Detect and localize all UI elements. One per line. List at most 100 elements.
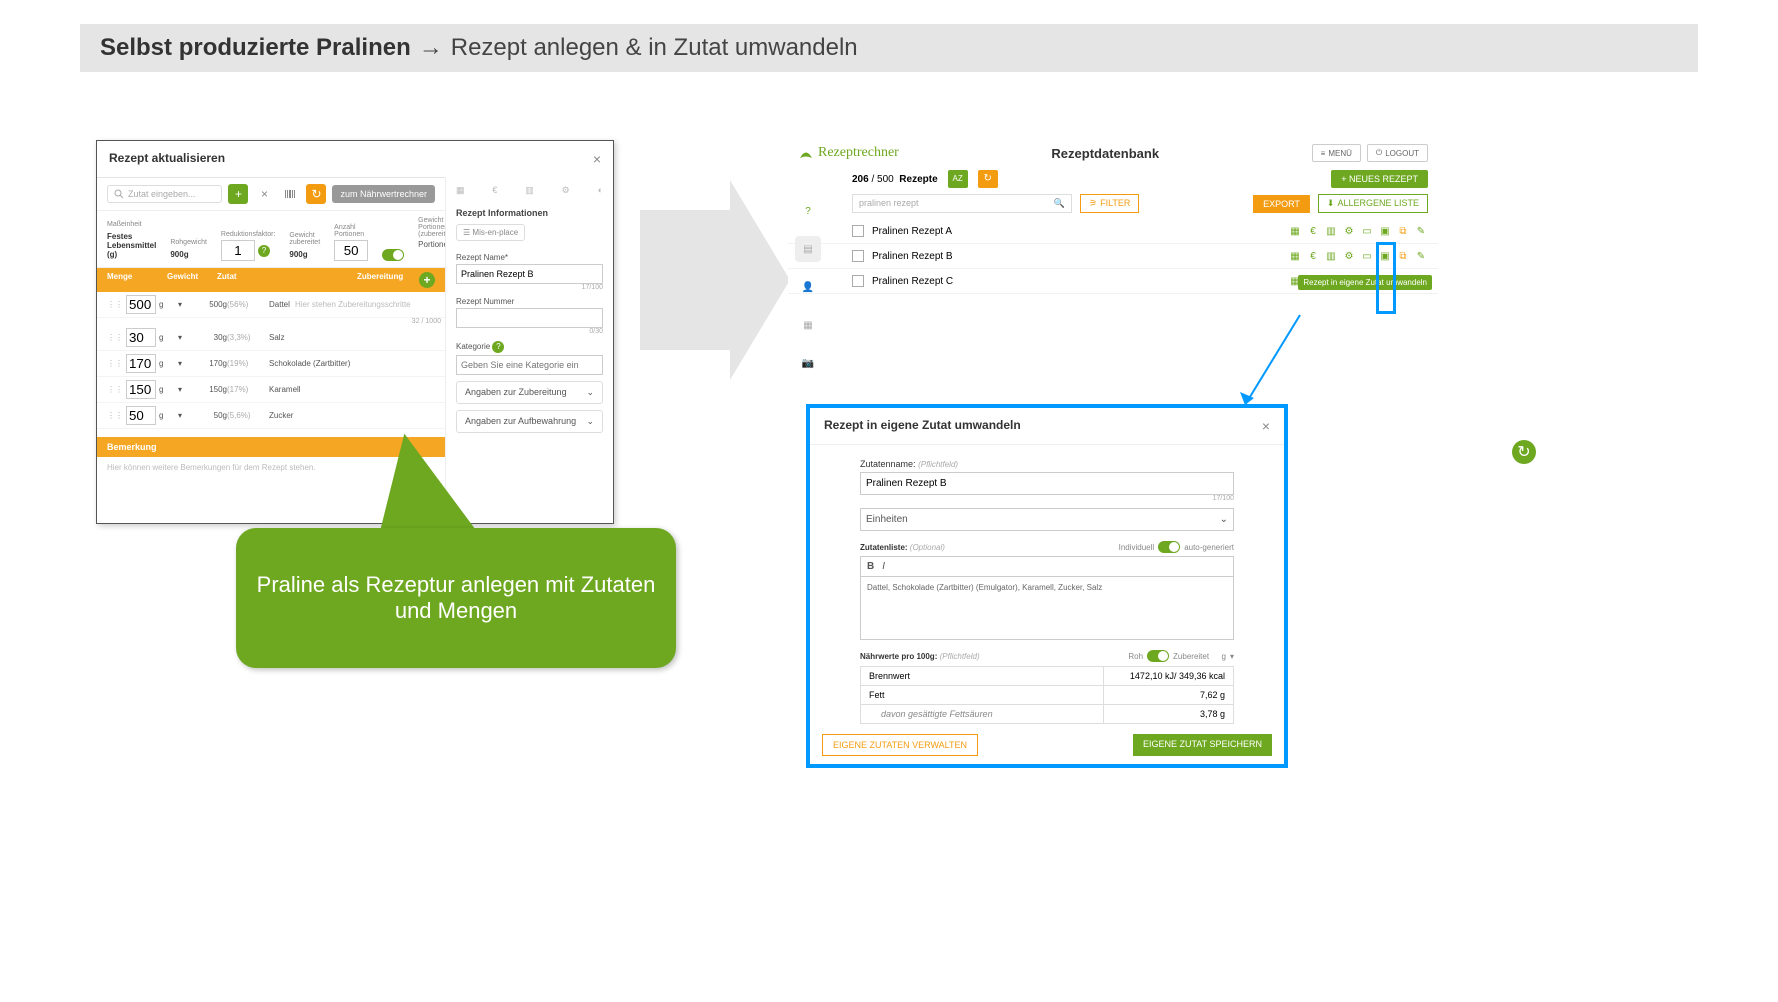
add-button[interactable]: + bbox=[228, 184, 248, 204]
barcode-icon[interactable] bbox=[280, 184, 300, 204]
ingredient-row: ⋮⋮g▾150g(17%)Karamell bbox=[97, 377, 445, 403]
gear-icon[interactable]: ⚙ bbox=[1342, 249, 1356, 263]
convert-to-ingredient-modal: Rezept in eigene Zutat umwandeln × Zutat… bbox=[806, 404, 1288, 768]
convert-icon[interactable]: ▣ bbox=[1378, 224, 1392, 238]
ingredient-row: ⋮⋮g▾500g(56%)DattelHier stehen Zubereitu… bbox=[97, 292, 445, 318]
ingredient-name-input[interactable] bbox=[860, 472, 1234, 495]
manage-ingredients-button[interactable]: EIGENE ZUTATEN VERWALTEN bbox=[822, 734, 978, 756]
amount-input[interactable] bbox=[126, 380, 156, 399]
modal-close-icon[interactable]: × bbox=[1262, 418, 1270, 434]
rte-toolbar[interactable]: BI bbox=[860, 556, 1234, 576]
logout-button[interactable]: ⏻ LOGOUT bbox=[1367, 144, 1428, 162]
amount-input[interactable] bbox=[126, 328, 156, 347]
edit-icon[interactable]: ✎ bbox=[1414, 224, 1428, 238]
sidebar-calc-icon[interactable]: ▦ bbox=[795, 312, 821, 338]
page-title-bar: Selbst produzierte Pralinen → Rezept anl… bbox=[80, 24, 1698, 72]
export-button[interactable]: EXPORT bbox=[1253, 195, 1310, 213]
checkbox[interactable] bbox=[852, 275, 864, 287]
category-input[interactable] bbox=[456, 355, 603, 375]
chevron-down-icon: ⌄ bbox=[586, 416, 594, 427]
chevron-down-icon[interactable]: ▾ bbox=[1230, 652, 1234, 661]
recipe-count: 206 / 500 Rezepte bbox=[852, 174, 938, 185]
flow-arrow-icon bbox=[640, 180, 790, 380]
ingredient-row: ⋮⋮g▾50g(5,6%)Zucker bbox=[97, 403, 445, 429]
recipe-list-row[interactable]: Pralinen Rezept A▦€▥⚙▭▣⧉✎ bbox=[788, 219, 1438, 244]
amount-input[interactable] bbox=[126, 295, 156, 314]
sidebar-recipes-icon[interactable]: ▤ bbox=[795, 236, 821, 262]
recipe-number-input[interactable] bbox=[456, 308, 603, 328]
recipe-list-row[interactable]: Pralinen Rezept B▦€▥⚙▭▣⧉✎ bbox=[788, 244, 1438, 269]
prep-dropdown[interactable]: Angaben zur Zubereitung⌄ bbox=[456, 381, 603, 404]
amount-input[interactable] bbox=[126, 406, 156, 425]
portion-toggle[interactable] bbox=[382, 249, 404, 261]
copy-icon[interactable]: ⧉ bbox=[1396, 249, 1410, 263]
copy-icon[interactable]: ⧉ bbox=[1396, 224, 1410, 238]
reduction-input[interactable] bbox=[221, 240, 255, 261]
close-small-icon[interactable]: × bbox=[254, 184, 274, 204]
edit-icon[interactable]: ✎ bbox=[1414, 249, 1428, 263]
callout-bubble: Praline als Rezeptur anlegen mit Zutaten… bbox=[236, 528, 676, 668]
info-tab-icon[interactable]: ▦ bbox=[456, 185, 465, 196]
arrow-right-icon: → bbox=[419, 34, 443, 62]
label-icon[interactable]: ▭ bbox=[1360, 224, 1374, 238]
floating-refresh-button[interactable]: ↻ bbox=[1512, 440, 1536, 464]
ingredient-row: ⋮⋮g▾30g(3,3%)Salz bbox=[97, 325, 445, 351]
refresh-button[interactable]: ↻ bbox=[978, 170, 998, 188]
save-ingredient-button[interactable]: EIGENE ZUTAT SPEICHERN bbox=[1133, 734, 1272, 756]
ingredient-row: ⋮⋮g▾170g(19%)Schokolade (Zartbitter) bbox=[97, 351, 445, 377]
barcode-icon[interactable]: ▥ bbox=[1324, 249, 1338, 263]
gear-tab-icon[interactable]: ⚙ bbox=[562, 185, 570, 196]
amount-input[interactable] bbox=[126, 354, 156, 373]
title-bold: Selbst produzierte Pralinen bbox=[100, 34, 411, 62]
misc-tab-icon[interactable]: ◐ bbox=[598, 185, 603, 196]
title-rest: Rezept anlegen & in Zutat umwandeln bbox=[451, 34, 858, 62]
mise-en-place-button[interactable]: ☰ Mis-en-place bbox=[456, 224, 525, 241]
grid-icon[interactable]: ▦ bbox=[1288, 224, 1302, 238]
help-icon[interactable]: ? bbox=[492, 341, 504, 353]
close-icon[interactable]: × bbox=[593, 151, 601, 167]
db-page-title: Rezeptdatenbank bbox=[1051, 146, 1159, 161]
nutrition-calc-button[interactable]: zum Nährwertrechner bbox=[332, 185, 435, 203]
gear-icon[interactable]: ⚙ bbox=[1342, 224, 1356, 238]
barcode-icon[interactable]: ▥ bbox=[1324, 224, 1338, 238]
panel-title: Rezept aktualisieren bbox=[109, 151, 225, 167]
checkbox[interactable] bbox=[852, 250, 864, 262]
ingredient-table-header: Menge Gewicht Zutat Zubereitung + bbox=[97, 268, 445, 292]
highlight-convert-column bbox=[1376, 242, 1396, 314]
units-select[interactable]: Einheiten⌄ bbox=[860, 508, 1234, 531]
checkbox[interactable] bbox=[852, 225, 864, 237]
chevron-down-icon: ⌄ bbox=[586, 387, 594, 398]
filter-button[interactable]: ⚞FILTER bbox=[1080, 194, 1139, 213]
nutrition-row: Fett7,62 g bbox=[860, 686, 1234, 705]
sidebar-camera-icon[interactable]: 📷 bbox=[795, 350, 821, 376]
db-search-input[interactable]: pralinen rezept🔍 bbox=[852, 194, 1072, 213]
grid-icon[interactable]: ▦ bbox=[1288, 249, 1302, 263]
convert-tooltip: Rezept in eigene Zutat umwandeln bbox=[1298, 275, 1432, 290]
new-recipe-button[interactable]: + NEUES REZEPT bbox=[1331, 170, 1428, 188]
portions-input[interactable] bbox=[334, 240, 368, 261]
sidebar-user-icon[interactable]: 👤 bbox=[795, 274, 821, 300]
allergen-list-button[interactable]: ⬇ALLERGENE LISTE bbox=[1318, 194, 1428, 213]
euro-icon[interactable]: € bbox=[1306, 224, 1320, 238]
recipe-editor-panel: Rezept aktualisieren × Zutat eingeben...… bbox=[96, 140, 614, 524]
sidebar-help-icon[interactable]: ? bbox=[795, 198, 821, 224]
sort-az-button[interactable]: AZ bbox=[948, 170, 968, 188]
help-icon[interactable]: ? bbox=[258, 245, 270, 257]
euro-tab-icon[interactable]: € bbox=[492, 185, 497, 196]
storage-dropdown[interactable]: Angaben zur Aufbewahrung⌄ bbox=[456, 410, 603, 433]
barcode-tab-icon[interactable]: ▥ bbox=[525, 185, 534, 196]
nutrition-row: Brennwert1472,10 kJ/ 349,36 kcal bbox=[860, 666, 1234, 686]
add-row-button[interactable]: + bbox=[419, 272, 435, 288]
brand-logo: Rezeptrechner bbox=[798, 145, 899, 161]
recipe-name-input[interactable] bbox=[456, 264, 603, 284]
autogen-toggle[interactable] bbox=[1158, 541, 1180, 553]
euro-icon[interactable]: € bbox=[1306, 249, 1320, 263]
raw-cooked-toggle[interactable] bbox=[1147, 650, 1169, 662]
modal-title: Rezept in eigene Zutat umwandeln bbox=[824, 418, 1021, 434]
nutrition-row: davon gesättigte Fettsäuren3,78 g bbox=[860, 705, 1234, 724]
ingredient-list-textarea[interactable]: Dattel, Schokolade (Zartbitter) (Emulgat… bbox=[860, 576, 1234, 640]
refresh-button[interactable]: ↻ bbox=[306, 184, 326, 204]
ingredient-search-input[interactable]: Zutat eingeben... bbox=[107, 185, 222, 203]
label-icon[interactable]: ▭ bbox=[1360, 249, 1374, 263]
menu-button[interactable]: ≡ MENÜ bbox=[1312, 144, 1361, 162]
